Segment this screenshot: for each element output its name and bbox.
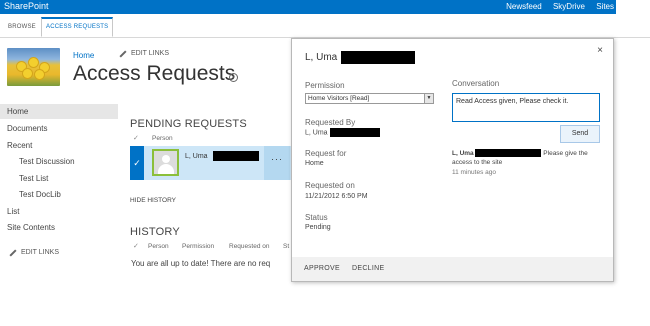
redacted-name: [475, 149, 542, 158]
pending-requests-heading: PENDING REQUESTS: [130, 118, 247, 130]
history-empty-message: You are all up to date! There are no req: [131, 259, 271, 268]
person-placeholder-icon: [152, 149, 179, 176]
breadcrumb-home-link[interactable]: Home: [73, 51, 94, 60]
hide-history-link[interactable]: HIDE HISTORY: [130, 197, 176, 204]
requested-on-label: Requested on: [305, 181, 355, 190]
column-header-person[interactable]: Person: [152, 135, 173, 142]
dropdown-arrow-icon[interactable]: ▼: [424, 94, 433, 103]
site-logo[interactable]: [7, 48, 60, 86]
nav-skydrive[interactable]: SkyDrive: [553, 2, 585, 11]
nav-item-list[interactable]: List: [7, 207, 19, 216]
flower-icon: [23, 69, 32, 78]
flower-icon: [29, 58, 38, 67]
request-for-label: Request for: [305, 149, 347, 158]
permission-dropdown[interactable]: Home Visitors [Read] ▼: [305, 93, 434, 104]
close-icon[interactable]: ×: [597, 45, 603, 56]
more-options-button[interactable]: ···: [264, 146, 290, 180]
status-value: Pending: [305, 224, 331, 231]
nav-item-documents[interactable]: Documents: [7, 124, 47, 133]
tab-access-requests[interactable]: ACCESS REQUESTS: [41, 17, 114, 37]
pending-request-row[interactable]: ✓ L, Uma ···: [130, 146, 292, 180]
status-label: Status: [305, 213, 328, 222]
redacted-name: [329, 128, 380, 137]
history-heading: HISTORY: [130, 226, 180, 238]
message-timestamp: 11 minutes ago: [452, 169, 496, 176]
nav-item-test-doclib[interactable]: Test DocLib: [19, 190, 61, 199]
message-author: L, Uma: [452, 150, 474, 157]
request-for-value: Home: [305, 160, 324, 167]
flower-icon: [35, 70, 44, 79]
nav-item-recent[interactable]: Recent: [7, 141, 32, 150]
history-column-requested-on[interactable]: Requested on: [229, 243, 269, 250]
requester-name[interactable]: L, Uma: [185, 151, 259, 161]
row-selected-checkmark-icon[interactable]: ✓: [130, 146, 144, 180]
edit-links-side[interactable]: EDIT LINKS: [9, 248, 59, 257]
pencil-icon: [9, 248, 17, 257]
approve-button[interactable]: APPROVE: [304, 265, 340, 272]
history-column-person[interactable]: Person: [148, 243, 169, 250]
nav-item-test-discussion[interactable]: Test Discussion: [19, 157, 75, 166]
callout-title: L, Uma: [305, 51, 416, 64]
nav-item-home[interactable]: Home: [0, 104, 118, 119]
requested-by-label: Requested By: [305, 118, 356, 127]
pencil-icon: [119, 49, 127, 58]
conversation-input[interactable]: Read Access given, Please check it.: [452, 93, 600, 122]
requested-on-value: 11/21/2012 6:50 PM: [305, 193, 368, 200]
requested-by-value: L, Uma: [305, 128, 380, 137]
edit-links-label: EDIT LINKS: [21, 249, 59, 256]
conversation-label: Conversation: [452, 79, 500, 88]
tab-browse[interactable]: BROWSE: [4, 17, 40, 37]
edit-links-top[interactable]: EDIT LINKS: [119, 49, 169, 58]
ribbon: BROWSE ACCESS REQUESTS: [0, 14, 650, 38]
history-select-checkmark-icon[interactable]: ✓: [133, 242, 139, 250]
sharepoint-brand[interactable]: SharePoint: [4, 1, 49, 11]
conversation-message: L, Uma Please give the access to the sit…: [452, 149, 602, 167]
nav-item-test-list[interactable]: Test List: [19, 174, 48, 183]
history-column-status[interactable]: St: [283, 243, 289, 250]
nav-newsfeed[interactable]: Newsfeed: [506, 2, 542, 11]
page-title: Access Requests: [73, 62, 236, 85]
nav-item-site-contents[interactable]: Site Contents: [7, 223, 55, 232]
suite-nav: Newsfeed SkyDrive Sites: [497, 2, 614, 11]
callout-footer: APPROVE DECLINE: [292, 257, 613, 281]
permission-label: Permission: [305, 81, 345, 90]
send-button[interactable]: Send: [560, 125, 600, 143]
redacted-name: [212, 151, 259, 161]
info-icon[interactable]: i: [229, 73, 238, 82]
decline-button[interactable]: DECLINE: [352, 265, 384, 272]
access-request-callout: × L, Uma Permission Home Visitors [Read]…: [291, 38, 614, 282]
suite-bar: SharePoint Newsfeed SkyDrive Sites: [0, 0, 616, 14]
select-all-checkmark-icon[interactable]: ✓: [133, 134, 139, 142]
edit-links-label: EDIT LINKS: [131, 50, 169, 57]
history-column-permission[interactable]: Permission: [182, 243, 214, 250]
nav-sites[interactable]: Sites: [596, 2, 614, 11]
redacted-name: [341, 51, 416, 64]
